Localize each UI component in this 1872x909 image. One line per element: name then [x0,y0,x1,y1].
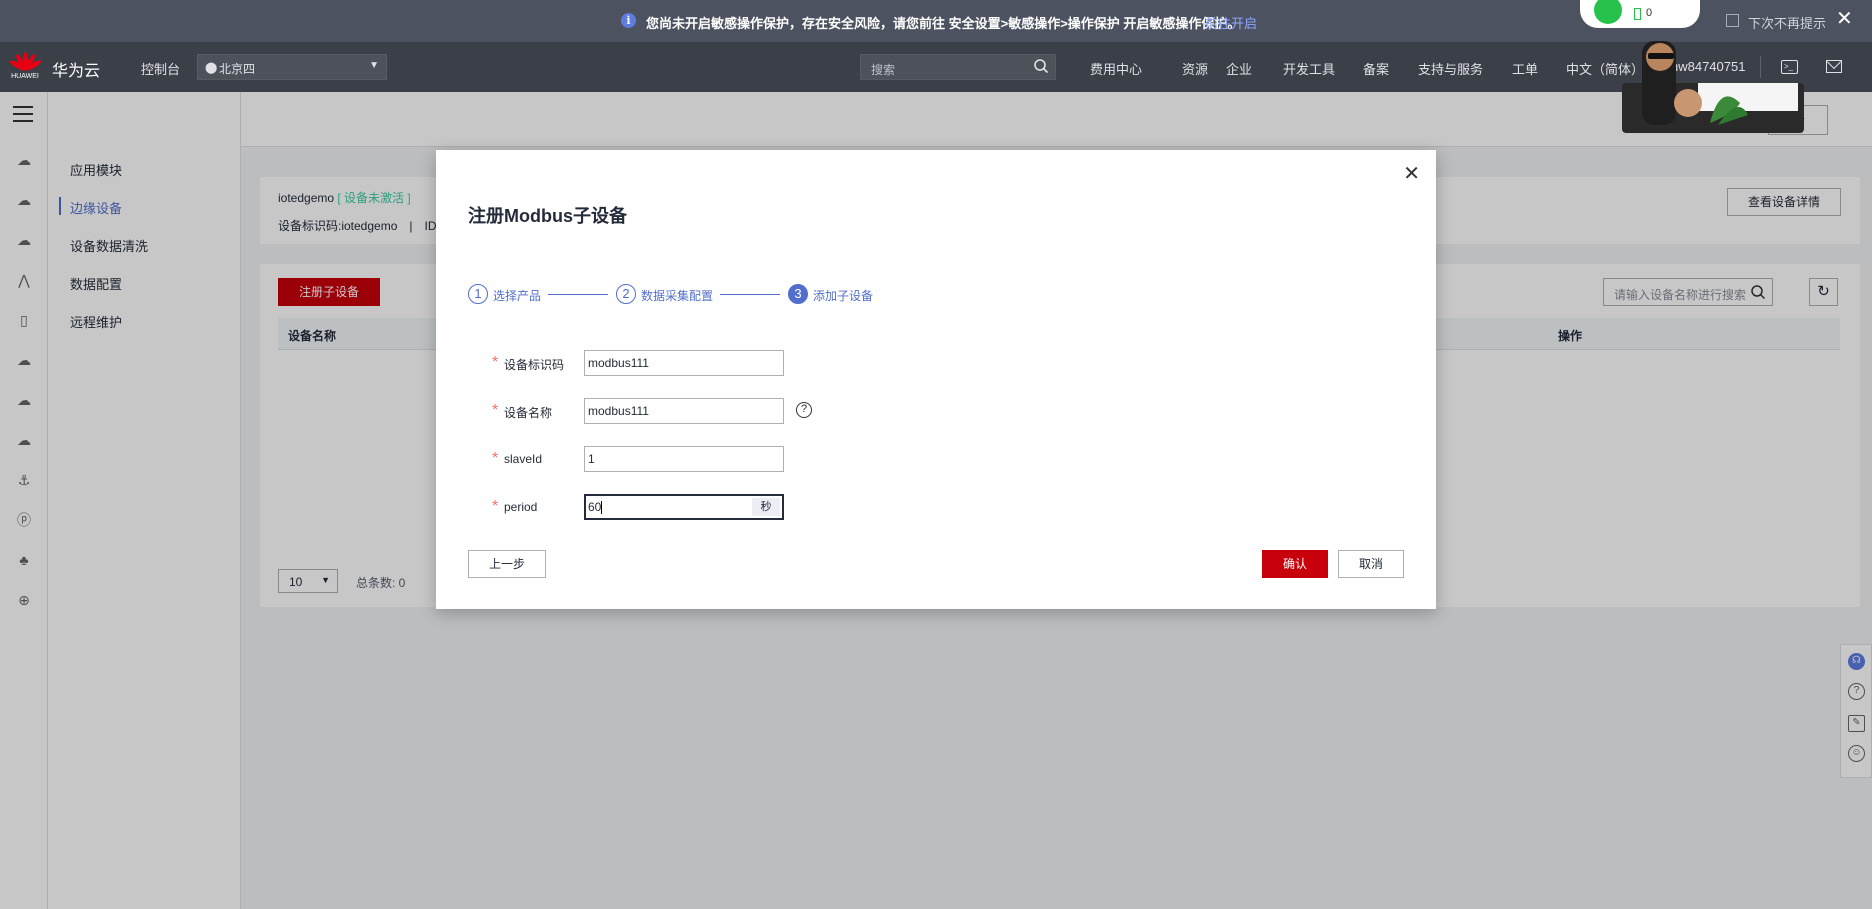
help-icon[interactable]: ? [796,402,812,418]
slave-id-label: slaveId [504,452,543,466]
step-label: 选择产品 [493,289,542,303]
close-icon[interactable]: ✕ [1836,9,1853,29]
required-mark: * [492,354,499,371]
required-mark: * [492,402,499,419]
wifi-icon [1594,0,1622,24]
global-search-input[interactable]: 搜索 [860,54,1056,80]
badge-count: 0 [1646,7,1653,19]
device-name-input[interactable]: modbus111 [584,398,784,424]
close-icon[interactable]: ✕ [1403,164,1420,184]
notice-message: 您尚未开启敏感操作保护，存在安全风险，请您前往 安全设置>敏感操作>操作保护 开… [646,16,1241,31]
step-number: 2 [616,284,636,304]
step-label: 添加子设备 [813,289,874,303]
caret-down-icon: ▼ [369,60,379,71]
mascot-sticker [1622,41,1804,133]
brand-name[interactable]: 华为云 [52,57,100,81]
step-label: 数据采集配置 [641,289,714,303]
battery-icon [1634,8,1641,20]
step-number: 1 [468,284,488,304]
required-mark: * [492,498,499,515]
period-input[interactable]: 60 秒 [584,494,784,520]
required-mark: * [492,450,499,467]
mail-icon[interactable] [1826,60,1842,73]
region-selector[interactable]: ⬤ 北京四 ▼ [197,54,387,80]
search-placeholder: 搜索 [871,63,896,77]
field-period: * period 60 秒 [468,494,1028,520]
step-connector [720,294,780,295]
step-connector [548,294,608,295]
info-icon: i [621,13,636,28]
nav-enterprise[interactable]: 企业 [1226,59,1252,78]
nav-tickets[interactable]: 工单 [1512,59,1538,78]
region-label: 北京四 [219,62,256,76]
slave-id-input[interactable]: 1 [584,446,784,472]
logo-text: HUAWEI [11,73,39,80]
device-id-label: 设备标识码 [504,358,565,372]
nav-icp[interactable]: 备案 [1363,59,1389,78]
dont-show-label[interactable]: 下次不再提示 [1748,13,1826,32]
device-id-input[interactable]: modbus111 [584,350,784,376]
field-device-id: * 设备标识码 modbus111 [468,350,1028,376]
search-icon[interactable] [1033,58,1049,74]
field-device-name: * 设备名称 modbus111 ? [468,398,1028,424]
network-status-badge: 0 [1580,0,1700,28]
confirm-button[interactable]: 确认 [1262,550,1328,578]
device-name-label: 设备名称 [504,406,553,420]
step-number: 3 [788,284,808,304]
dont-show-checkbox[interactable] [1726,14,1739,27]
nav-resources[interactable]: 资源 [1182,59,1208,78]
huawei-logo: HUAWEI [8,52,43,82]
previous-step-button[interactable]: 上一步 [468,550,546,578]
location-pin-icon: ⬤ [205,62,218,74]
period-unit: 秒 [752,498,780,516]
nav-support[interactable]: 支持与服务 [1418,59,1483,78]
cancel-button[interactable]: 取消 [1338,550,1404,578]
period-value: 60 [588,500,602,514]
field-slave-id: * slaveId 1 [468,446,1028,472]
step-indicator: 1 选择产品 2 数据采集配置 3 添加子设备 [468,284,1068,306]
nav-billing[interactable]: 费用中心 [1090,59,1142,78]
top-navigation: HUAWEI 华为云 控制台 ⬤ 北京四 ▼ 搜索 费用中心 资源 企业 开发工… [0,42,1872,92]
nav-devtools[interactable]: 开发工具 [1283,59,1335,78]
notice-enable-link[interactable]: 前往开启 [1205,13,1257,32]
period-label: period [504,500,538,514]
console-link[interactable]: 控制台 [141,59,180,78]
register-modbus-dialog: ✕ 注册Modbus子设备 1 选择产品 2 数据采集配置 3 添加子设备 * … [436,150,1436,609]
dialog-title: 注册Modbus子设备 [468,206,627,226]
